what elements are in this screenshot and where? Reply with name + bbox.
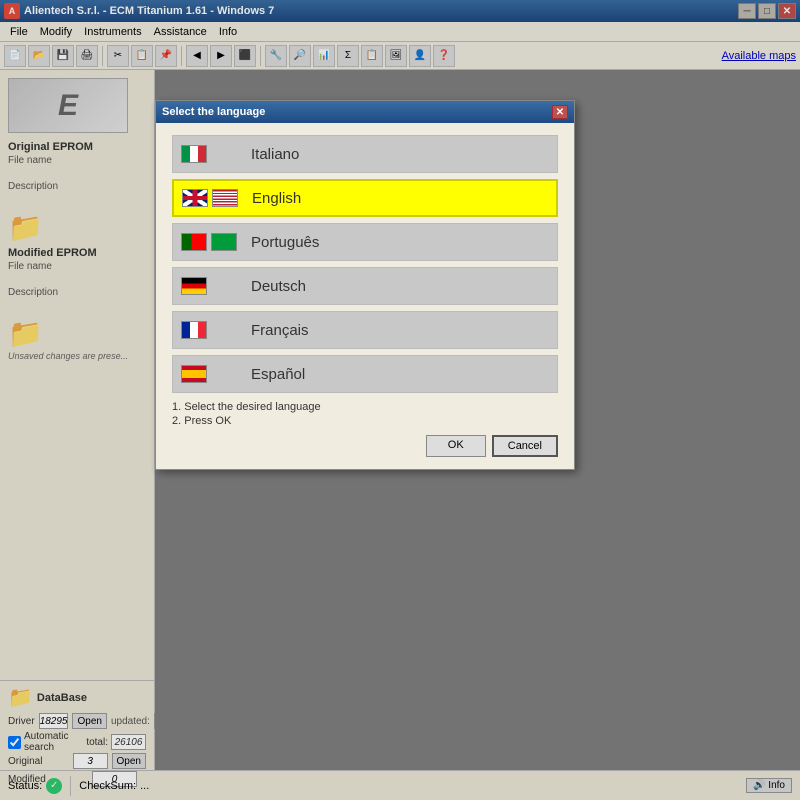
ok-button[interactable]: OK	[426, 435, 486, 457]
dialog-titlebar: Select the language ✕	[156, 101, 574, 123]
flag-uk	[182, 189, 208, 207]
flag-us	[212, 189, 238, 207]
flag-italian	[181, 145, 207, 163]
flag-container-portugues	[181, 233, 241, 251]
language-label-francais: Français	[251, 322, 309, 339]
flag-container-deutsch	[181, 277, 241, 295]
flag-container-francais	[181, 321, 241, 339]
language-option-espanol[interactable]: Español	[172, 355, 558, 393]
flag-spain	[181, 365, 207, 383]
cancel-button[interactable]: Cancel	[492, 435, 558, 457]
language-label-portugues: Português	[251, 234, 319, 251]
language-option-portugues[interactable]: Português	[172, 223, 558, 261]
flag-germany	[181, 277, 207, 295]
language-label-italiano: Italiano	[251, 146, 299, 163]
flag-brazil	[211, 233, 237, 251]
dialog-body: Italiano English Português	[156, 123, 574, 469]
language-label-deutsch: Deutsch	[251, 278, 306, 295]
flag-france	[181, 321, 207, 339]
language-option-italiano[interactable]: Italiano	[172, 135, 558, 173]
flag-portugal	[181, 233, 207, 251]
language-option-francais[interactable]: Français	[172, 311, 558, 349]
language-label-espanol: Español	[251, 366, 305, 383]
dialog-instructions: 1. Select the desired language 2. Press …	[172, 401, 558, 427]
modal-overlay: Select the language ✕ Italiano English	[0, 0, 800, 800]
dialog-close-button[interactable]: ✕	[552, 105, 568, 119]
flag-container-espanol	[181, 365, 241, 383]
dialog-footer: OK Cancel	[172, 435, 558, 457]
language-option-english[interactable]: English	[172, 179, 558, 217]
language-dialog: Select the language ✕ Italiano English	[155, 100, 575, 470]
flag-container-english	[182, 189, 242, 207]
language-label-english: English	[252, 190, 301, 207]
instruction-2: 2. Press OK	[172, 415, 558, 427]
flag-container-italiano	[181, 145, 241, 163]
language-option-deutsch[interactable]: Deutsch	[172, 267, 558, 305]
dialog-title: Select the language	[162, 106, 552, 118]
instruction-1: 1. Select the desired language	[172, 401, 558, 413]
